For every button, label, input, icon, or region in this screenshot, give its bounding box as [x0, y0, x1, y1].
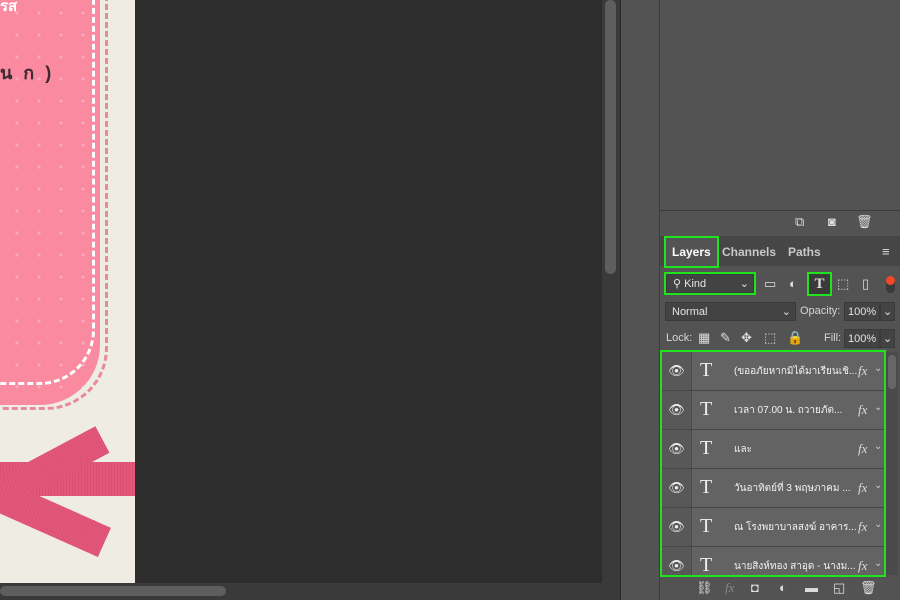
- camera-icon[interactable]: ◙: [828, 214, 836, 229]
- expand-effects-chevron-icon[interactable]: ⌄: [874, 519, 882, 530]
- text-layer-icon: T: [700, 554, 713, 575]
- artwork-text: น ก ): [0, 63, 55, 83]
- text-layer-icon: T: [700, 437, 713, 459]
- text-layer-icon: T: [700, 359, 713, 381]
- visibility-eye-icon[interactable]: 👁: [662, 430, 692, 468]
- layer-effects-icon[interactable]: fx: [858, 519, 867, 535]
- visibility-eye-icon[interactable]: 👁: [662, 352, 692, 390]
- visibility-eye-icon[interactable]: 👁: [662, 469, 692, 507]
- layer-name[interactable]: นายสิงห์ทอง สาอุด - นางม...: [734, 559, 858, 574]
- fill-input[interactable]: 100%: [844, 329, 880, 348]
- layer-effects-icon[interactable]: fx: [858, 558, 867, 574]
- link-icon[interactable]: ⛓: [696, 580, 713, 596]
- layer-row[interactable]: 👁 T นายสิงห์ทอง สาอุด - นางม... fx ⌄: [662, 547, 884, 575]
- fill-dropdown[interactable]: ⌄: [880, 329, 895, 348]
- canvas-pasteboard: [135, 0, 602, 583]
- opacity-dropdown[interactable]: ⌄: [880, 302, 895, 321]
- layers-list: 👁 T (ขออภัยหากมิได้มาเรียนเชิ... fx ⌄ 👁 T…: [660, 350, 886, 577]
- lock-all-icon[interactable]: 🔒: [787, 330, 803, 346]
- image-filter-icon[interactable]: ▭: [764, 276, 776, 292]
- filter-toggle[interactable]: [886, 276, 895, 293]
- visibility-eye-icon[interactable]: 👁: [662, 508, 692, 546]
- expand-effects-chevron-icon[interactable]: ⌄: [874, 363, 882, 374]
- trash-icon[interactable]: 🗑: [856, 214, 873, 230]
- expand-effects-chevron-icon[interactable]: ⌄: [874, 441, 882, 452]
- opacity-label: Opacity:: [800, 305, 841, 317]
- layer-name[interactable]: ณ โรงพยาบาลสงฆ์ อาคาร...: [734, 520, 858, 535]
- group-folder-icon[interactable]: ▬: [805, 580, 818, 595]
- layer-row[interactable]: 👁 T และ fx ⌄: [662, 430, 884, 469]
- horizontal-scrollbar-thumb[interactable]: [0, 586, 226, 596]
- layer-effects-icon[interactable]: fx: [858, 480, 867, 496]
- adjustment-filter-icon[interactable]: ◐: [789, 276, 797, 291]
- layer-row[interactable]: 👁 T ณ โรงพยาบาลสงฆ์ อาคาร... fx ⌄: [662, 508, 884, 547]
- adjustment-icon[interactable]: ◐: [779, 580, 787, 595]
- fill-label: Fill:: [824, 332, 842, 344]
- tab-paths[interactable]: Paths: [782, 238, 827, 266]
- visibility-eye-icon[interactable]: 👁: [662, 391, 692, 429]
- layer-row[interactable]: 👁 T (ขออภัยหากมิได้มาเรียนเชิ... fx ⌄: [662, 352, 884, 391]
- layer-effects-icon[interactable]: fx: [858, 441, 867, 457]
- lock-artboard-icon[interactable]: ⬚: [764, 330, 776, 346]
- layer-name[interactable]: วันอาทิตย์ที่ 3 พฤษภาคม ...: [734, 481, 858, 496]
- artwork-text: รส: [0, 0, 18, 15]
- document-canvas[interactable]: รส น ก ): [0, 0, 135, 583]
- layer-name[interactable]: และ: [734, 442, 858, 457]
- layer-row[interactable]: 👁 T วันอาทิตย์ที่ 3 พฤษภาคม ... fx ⌄: [662, 469, 884, 508]
- visibility-eye-icon[interactable]: 👁: [662, 547, 692, 575]
- trash-icon[interactable]: 🗑: [860, 580, 877, 596]
- layers-scrollbar[interactable]: [886, 352, 898, 575]
- tab-layers[interactable]: Layers: [664, 236, 719, 268]
- panel-menu-icon[interactable]: ≡: [882, 244, 890, 259]
- mask-icon[interactable]: ◘: [751, 580, 759, 595]
- opacity-input[interactable]: 100%: [844, 302, 880, 321]
- layer-effects-icon[interactable]: fx: [858, 363, 867, 379]
- vertical-scrollbar-thumb[interactable]: [605, 0, 616, 274]
- lock-label: Lock:: [666, 332, 693, 344]
- layer-effects-icon[interactable]: fx: [858, 402, 867, 418]
- smart-object-filter-icon[interactable]: ▯: [862, 276, 869, 292]
- lock-transparent-icon[interactable]: ▦: [698, 330, 710, 346]
- new-snapshot-icon[interactable]: ⧉: [795, 214, 804, 230]
- expand-effects-chevron-icon[interactable]: ⌄: [874, 558, 882, 569]
- expand-effects-chevron-icon[interactable]: ⌄: [874, 480, 882, 491]
- shape-filter-icon[interactable]: ⬚: [837, 276, 849, 292]
- text-layer-icon: T: [700, 515, 713, 537]
- text-layer-icon: T: [700, 398, 713, 420]
- filter-kind-select[interactable]: ⚲ Kind ⌄: [664, 272, 756, 295]
- text-layer-icon: T: [700, 476, 713, 498]
- lock-position-icon[interactable]: ✥: [741, 330, 752, 346]
- panel-dock-strip: [620, 0, 660, 600]
- layer-name[interactable]: (ขออภัยหากมิได้มาเรียนเชิ...: [734, 364, 858, 379]
- layer-row[interactable]: 👁 T เวลา 07.00 น. ถวายภัต... fx ⌄: [662, 391, 884, 430]
- tab-channels[interactable]: Channels: [716, 238, 782, 266]
- lock-paint-icon[interactable]: ✎: [720, 330, 731, 346]
- fx-icon[interactable]: fx: [725, 580, 734, 596]
- layer-name[interactable]: เวลา 07.00 น. ถวายภัต...: [734, 403, 858, 418]
- type-filter-icon[interactable]: T: [807, 272, 832, 296]
- new-layer-icon[interactable]: ◱: [833, 580, 845, 596]
- blend-mode-select[interactable]: Normal ⌄: [665, 302, 796, 321]
- search-icon: ⚲: [673, 278, 685, 290]
- expand-effects-chevron-icon[interactable]: ⌄: [874, 402, 882, 413]
